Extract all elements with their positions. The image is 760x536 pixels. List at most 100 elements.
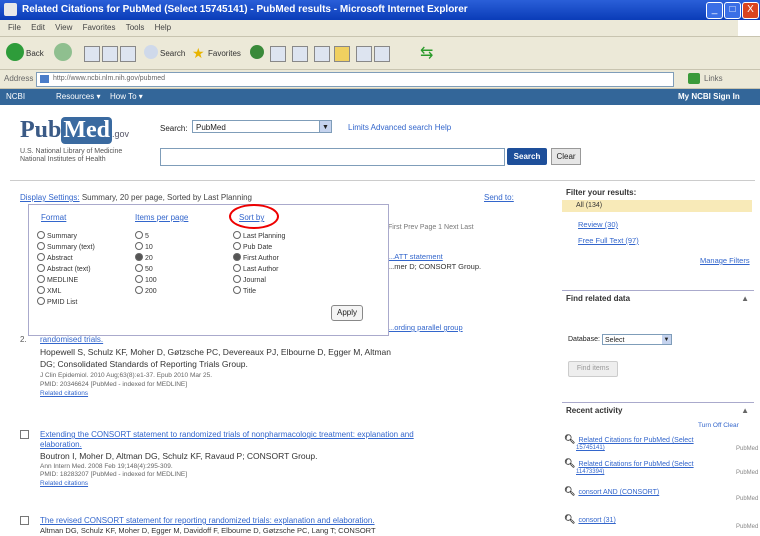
links-label[interactable]: Links — [704, 74, 723, 83]
result-authors: Boutron I, Moher D, Altman DG, Schulz KF… — [40, 451, 318, 461]
result-title[interactable]: randomised trials. — [40, 335, 103, 344]
related-citations-link[interactable]: Related citations — [40, 390, 88, 397]
clear-button[interactable]: Clear — [551, 148, 581, 165]
menu-help[interactable]: Help — [155, 20, 171, 36]
activity-item[interactable]: 🔍︎ consort AND (CONSORT) PubMed — [564, 486, 758, 502]
result-1-title-partial[interactable]: ...ATT statement — [388, 252, 443, 261]
related-database-select[interactable]: Select ▼ — [602, 334, 672, 345]
back-label[interactable]: Back — [26, 49, 44, 58]
menu-view[interactable]: View — [55, 20, 72, 36]
go-icon[interactable] — [688, 73, 700, 84]
format-option[interactable]: Abstract (text) — [37, 264, 91, 275]
folder-icon[interactable] — [334, 46, 350, 62]
format-option[interactable]: PMID List — [37, 297, 77, 308]
discuss-icon[interactable] — [356, 46, 372, 62]
filter-active-bar[interactable]: All (134) — [562, 200, 752, 212]
apply-button[interactable]: Apply — [331, 305, 363, 321]
result-ids: PMID: 20346624 [PubMed - indexed for MED… — [40, 381, 188, 388]
result-title[interactable]: The revised CONSORT statement for report… — [40, 516, 375, 525]
sort-option[interactable]: First Author — [233, 253, 279, 264]
messenger-icon[interactable] — [374, 46, 390, 62]
search-icon: 🔍︎ — [564, 458, 576, 468]
refresh-icon[interactable] — [102, 46, 118, 62]
result-item: 2. randomised trials. Hopewell S, Schulz… — [20, 335, 540, 407]
display-settings-value: Summary, 20 per page, Sorted by Last Pla… — [81, 193, 252, 202]
result-checkbox[interactable] — [20, 430, 29, 439]
menu-file[interactable]: File — [8, 20, 21, 36]
page-icon — [40, 75, 49, 83]
menu-edit[interactable]: Edit — [31, 20, 45, 36]
history-icon[interactable] — [270, 46, 286, 62]
toolbar: Back Search ★ Favorites ⇆ — [0, 37, 760, 70]
items-option[interactable]: 100 — [135, 275, 157, 286]
address-input[interactable]: http://www.ncbi.nlm.nih.gov/pubmed — [36, 72, 674, 87]
display-settings-link[interactable]: Display Settings: — [20, 193, 80, 202]
result-authors: Altman DG, Schulz KF, Moher D, Egger M, … — [40, 526, 376, 535]
database-select[interactable]: PubMed ▼ — [192, 120, 332, 133]
sort-option[interactable]: Last Planning — [233, 231, 285, 242]
items-option[interactable]: 50 — [135, 264, 153, 275]
send-to-link[interactable]: Send to: — [484, 193, 514, 202]
favorites-star-icon[interactable]: ★ — [192, 45, 205, 62]
ncbi-link[interactable]: NCBI — [6, 92, 25, 101]
items-option[interactable]: 20 — [135, 253, 153, 264]
format-option[interactable]: Abstract — [37, 253, 73, 264]
favorites-label[interactable]: Favorites — [208, 49, 241, 58]
home-icon[interactable] — [120, 46, 136, 62]
activity-item[interactable]: 🔍︎ consort (31) PubMed — [564, 514, 758, 530]
activity-item[interactable]: 🔍︎ Related Citations for PubMed (Select 1… — [564, 458, 758, 476]
filter-review[interactable]: Review (30) — [578, 220, 618, 229]
menu-favorites[interactable]: Favorites — [83, 20, 116, 36]
items-option[interactable]: 200 — [135, 286, 157, 297]
translate-icon[interactable]: ⇆ — [420, 43, 433, 63]
items-option[interactable]: 5 — [135, 231, 149, 242]
forward-icon[interactable] — [54, 43, 72, 61]
search-label[interactable]: Search — [160, 49, 185, 58]
stop-icon[interactable] — [84, 46, 100, 62]
header-links[interactable]: Limits Advanced search Help — [348, 123, 451, 132]
related-citations-link[interactable]: Related citations — [40, 480, 88, 487]
pager[interactable]: First Prev Page 1 Next Last — [388, 224, 474, 231]
sort-option[interactable]: Pub Date — [233, 242, 272, 253]
media-icon[interactable] — [250, 45, 264, 59]
howto-menu[interactable]: How To ▾ — [110, 92, 143, 101]
logo-gov: .gov — [112, 129, 130, 139]
result-checkbox[interactable] — [20, 516, 29, 525]
format-option[interactable]: Summary — [37, 231, 77, 242]
search-input[interactable] — [160, 148, 505, 166]
activity-item[interactable]: 🔍︎ Related Citations for PubMed (Select 1… — [564, 434, 758, 452]
collapse-icon[interactable]: ▲ — [741, 294, 749, 303]
close-button[interactable]: X — [742, 2, 759, 19]
address-url: http://www.ncbi.nlm.nih.gov/pubmed — [53, 75, 166, 82]
items-option[interactable]: 10 — [135, 242, 153, 253]
result-title-cont[interactable]: elaboration. — [40, 440, 82, 449]
manage-filters-link[interactable]: Manage Filters — [700, 256, 750, 265]
find-items-button[interactable]: Find items — [568, 361, 618, 377]
search-icon[interactable] — [144, 45, 158, 59]
menu-tools[interactable]: Tools — [126, 20, 145, 36]
result-1-authors-partial: ...mer D; CONSORT Group. — [388, 262, 482, 271]
back-icon[interactable] — [6, 43, 24, 61]
sort-option[interactable]: Journal — [233, 275, 266, 286]
ie-icon — [4, 3, 17, 16]
result-2-title-partial[interactable]: ...ording parallel group — [388, 323, 463, 332]
sort-option[interactable]: Title — [233, 286, 256, 297]
my-ncbi-link[interactable]: My NCBI Sign In — [678, 92, 740, 101]
database-label: Database: — [568, 336, 600, 343]
sort-option[interactable]: Last Author — [233, 264, 278, 275]
resources-menu[interactable]: Resources ▾ — [56, 92, 100, 101]
sidebar-divider — [562, 290, 754, 291]
filter-free-full-text[interactable]: Free Full Text (97) — [578, 236, 639, 245]
maximize-button[interactable]: □ — [724, 2, 741, 19]
mail-icon[interactable] — [292, 46, 308, 62]
search-button[interactable]: Search — [507, 148, 547, 165]
format-option[interactable]: Summary (text) — [37, 242, 95, 253]
collapse-icon[interactable]: ▲ — [741, 406, 749, 415]
pubmed-logo[interactable]: PubMed .gov — [20, 117, 129, 144]
recent-controls[interactable]: Turn Off Clear — [698, 422, 739, 429]
format-option[interactable]: XML — [37, 286, 61, 297]
print-icon[interactable] — [314, 46, 330, 62]
minimize-button[interactable]: _ — [706, 2, 723, 19]
format-option[interactable]: MEDLINE — [37, 275, 78, 286]
result-title[interactable]: Extending the CONSORT statement to rando… — [40, 430, 414, 439]
